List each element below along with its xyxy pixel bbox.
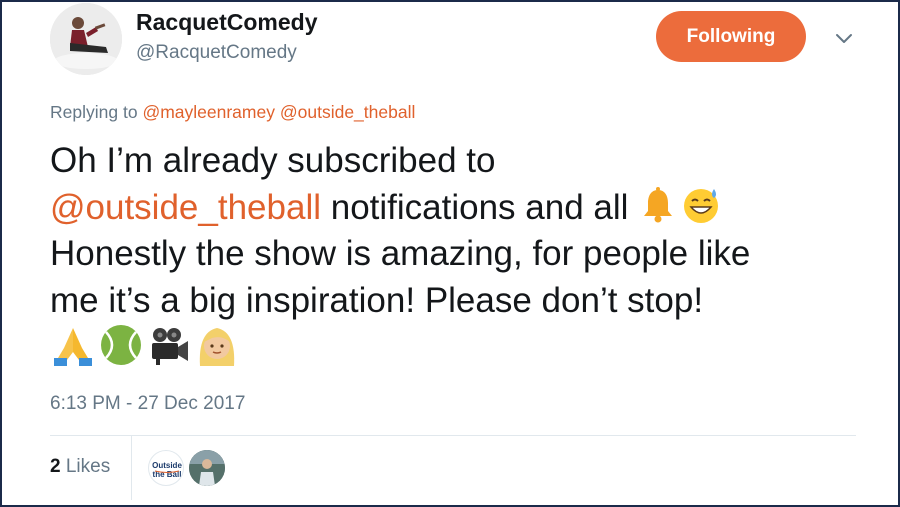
- tweet-line: Honestly the show is amazing, for people…: [50, 234, 751, 273]
- liker-avatar[interactable]: [189, 450, 225, 486]
- divider: [50, 435, 856, 436]
- grinning-sweat-emoji-icon: [684, 188, 719, 223]
- user-handle[interactable]: @RacquetComedy: [136, 42, 297, 64]
- tweet-line: Oh I’m already subscribed to: [50, 141, 496, 180]
- divider: [131, 436, 132, 500]
- likes-count[interactable]: 2 Likes: [50, 456, 110, 478]
- blonde-person-emoji-icon: [199, 328, 235, 366]
- tweet-text: Oh I’m already subscribed to @outside_th…: [50, 138, 870, 324]
- following-button[interactable]: Following: [656, 11, 806, 62]
- liker-avatar[interactable]: Outside the Ball: [148, 450, 184, 486]
- movie-camera-emoji-icon: [152, 328, 188, 365]
- display-name[interactable]: RacquetComedy: [136, 9, 317, 36]
- mention-link[interactable]: @mayleenramey: [142, 102, 275, 122]
- user-photo-icon: [189, 450, 225, 486]
- likes-number: 2: [50, 456, 61, 477]
- chevron-down-icon[interactable]: [833, 27, 855, 49]
- profile-avatar[interactable]: [50, 3, 122, 75]
- likes-label: Likes: [65, 456, 111, 477]
- replying-to: Replying to @mayleenramey @outside_theba…: [50, 102, 415, 123]
- tweet-line: me it’s a big inspiration! Please don’t …: [50, 280, 704, 320]
- svg-text:Outside: Outside: [152, 461, 182, 470]
- emoji-row: [50, 322, 240, 370]
- tweet-line-text: notifications and all: [321, 187, 639, 227]
- replying-prefix: Replying to: [50, 102, 138, 122]
- mention-link[interactable]: @outside_theball: [280, 102, 416, 122]
- tweet-timestamp[interactable]: 6:13 PM - 27 Dec 2017: [50, 393, 245, 415]
- tweet-line: @outside_theball notifications and all: [50, 185, 870, 232]
- folded-hands-emoji-icon: [54, 328, 92, 366]
- bell-emoji-icon: [644, 186, 673, 222]
- mention-link[interactable]: @outside_theball: [50, 188, 321, 227]
- tennis-ball-emoji-icon: [101, 325, 141, 365]
